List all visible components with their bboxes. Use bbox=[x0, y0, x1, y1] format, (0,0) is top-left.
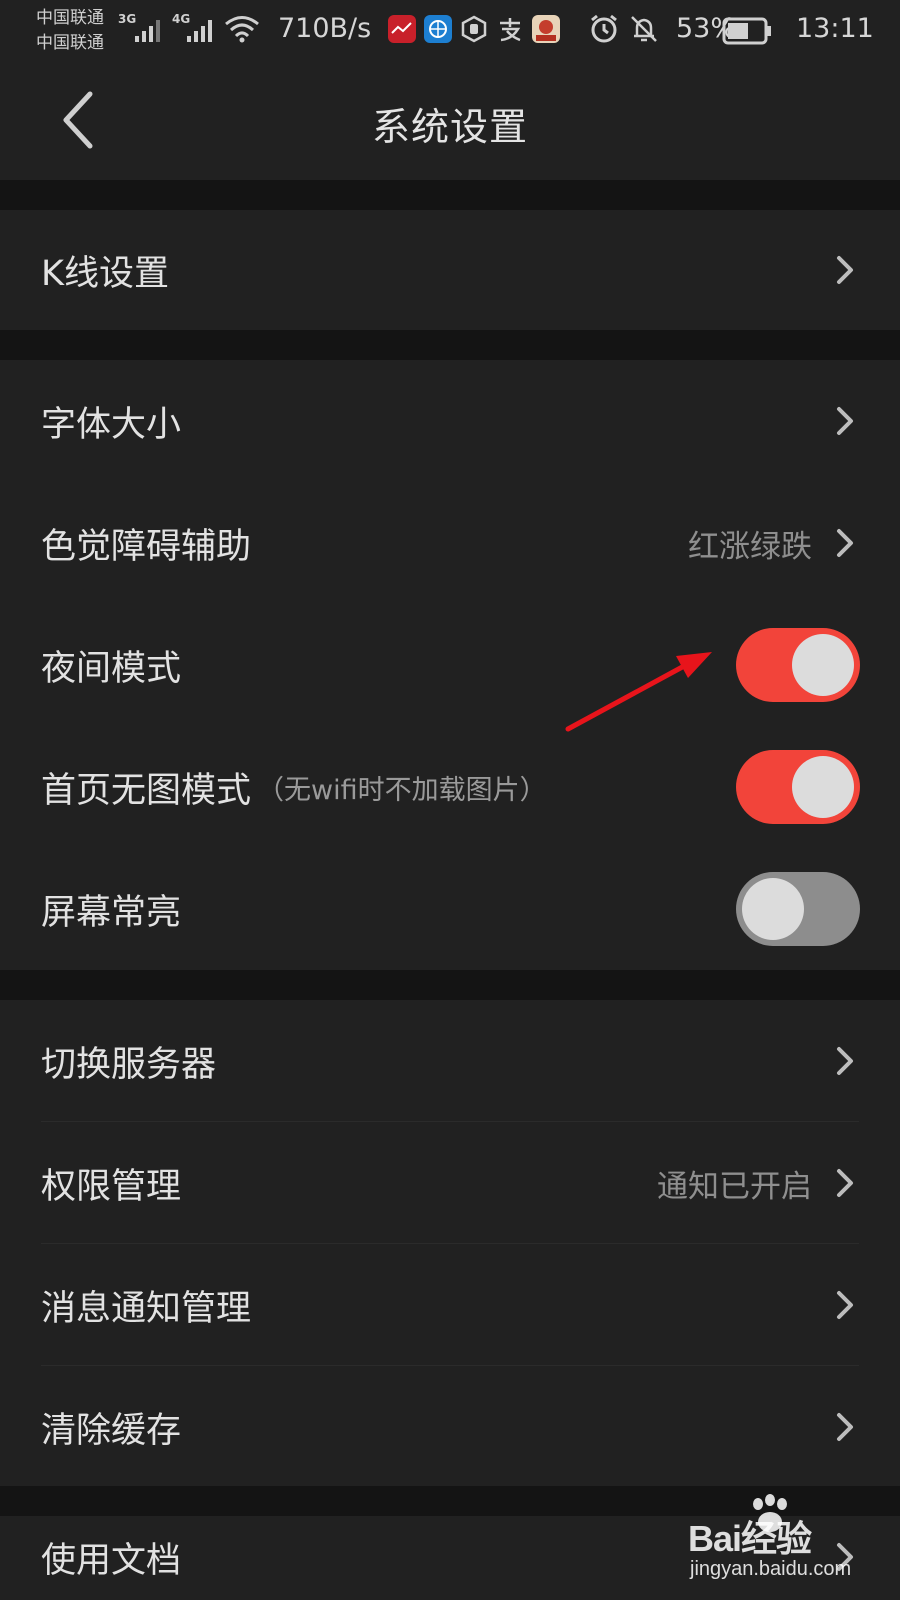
clear-cache-label: 清除缓存 bbox=[41, 1410, 182, 1451]
switch-server-row[interactable]: 切换服务器 bbox=[0, 1000, 900, 1122]
chevron-right-icon bbox=[837, 1413, 853, 1441]
toggle-knob bbox=[742, 878, 804, 940]
carrier-info: 中国联通 中国联通 bbox=[36, 6, 104, 56]
permissions-value: 通知已开启 bbox=[657, 1168, 812, 1205]
hand-app-icon bbox=[460, 15, 488, 43]
notification-management-row[interactable]: 消息通知管理 bbox=[0, 1244, 900, 1366]
chevron-right-icon bbox=[837, 1047, 853, 1075]
status-bar: 中国联通 中国联通 3G 4G 710B/s 53% 13:11 bbox=[0, 0, 900, 62]
chevron-right-icon bbox=[837, 529, 853, 557]
clock: 13:11 bbox=[796, 13, 874, 44]
screen-on-label: 屏幕常亮 bbox=[41, 892, 182, 933]
wifi-icon bbox=[225, 16, 259, 43]
signal-icon bbox=[187, 20, 212, 42]
battery-icon bbox=[722, 17, 771, 45]
signal-icon bbox=[135, 20, 160, 42]
color-assist-label: 色觉障碍辅助 bbox=[41, 526, 252, 567]
docs-row[interactable]: 使用文档 bbox=[0, 1516, 900, 1600]
color-assist-value: 红涨绿跌 bbox=[688, 528, 812, 565]
settings-group-display: 字体大小 色觉障碍辅助 红涨绿跌 夜间模式 首页无图模式 （无wifi时不加载图片… bbox=[0, 360, 900, 970]
toggle-knob bbox=[792, 756, 854, 818]
system-settings-screen: 中国联通 中国联通 3G 4G 710B/s 53% 13:11 系统设置 K线… bbox=[0, 0, 900, 1600]
stock-app-icon bbox=[388, 15, 416, 43]
no-image-mode-toggle[interactable] bbox=[736, 750, 860, 824]
screen-on-row: 屏幕常亮 bbox=[0, 848, 900, 970]
toggle-knob bbox=[792, 634, 854, 696]
screen-on-toggle[interactable] bbox=[736, 872, 860, 946]
mute-icon bbox=[631, 16, 657, 42]
globe-app-icon bbox=[424, 15, 452, 43]
no-image-mode-hint: （无wifi时不加载图片） bbox=[257, 774, 547, 806]
page-title: 系统设置 bbox=[371, 105, 528, 149]
carrier-2: 中国联通 bbox=[36, 33, 104, 53]
carrier-1: 中国联通 bbox=[36, 8, 104, 28]
permissions-label: 权限管理 bbox=[41, 1166, 182, 1207]
alarm-icon bbox=[591, 14, 617, 43]
font-size-label: 字体大小 bbox=[41, 404, 182, 445]
kline-settings-label: K线设置 bbox=[41, 253, 169, 294]
font-size-row[interactable]: 字体大小 bbox=[0, 360, 900, 482]
nav-bar: 系统设置 bbox=[0, 62, 900, 180]
color-assist-row[interactable]: 色觉障碍辅助 红涨绿跌 bbox=[0, 482, 900, 604]
permissions-row[interactable]: 权限管理 通知已开启 bbox=[0, 1122, 900, 1244]
settings-group-help: 使用文档 bbox=[0, 1516, 900, 1600]
alipay-icon bbox=[496, 15, 524, 43]
no-image-mode-row: 首页无图模式 （无wifi时不加载图片） bbox=[0, 726, 900, 848]
app-notification-icon bbox=[532, 15, 560, 43]
network-speed: 710B/s bbox=[278, 13, 372, 44]
docs-label: 使用文档 bbox=[41, 1540, 182, 1581]
notification-management-label: 消息通知管理 bbox=[41, 1288, 252, 1329]
chevron-right-icon bbox=[837, 256, 853, 284]
settings-group-chart: K线设置 bbox=[0, 210, 900, 330]
chevron-right-icon bbox=[837, 1169, 853, 1197]
settings-group-system: 切换服务器 权限管理 通知已开启 消息通知管理 清除缓存 bbox=[0, 1000, 900, 1486]
clear-cache-row[interactable]: 清除缓存 bbox=[0, 1366, 900, 1488]
kline-settings-row[interactable]: K线设置 bbox=[0, 210, 900, 330]
night-mode-toggle[interactable] bbox=[736, 628, 860, 702]
chevron-right-icon bbox=[837, 1543, 853, 1571]
chevron-right-icon bbox=[837, 1291, 853, 1319]
night-mode-label: 夜间模式 bbox=[41, 648, 182, 689]
switch-server-label: 切换服务器 bbox=[41, 1044, 217, 1085]
no-image-mode-title: 首页无图模式 bbox=[41, 770, 252, 811]
no-image-mode-label: 首页无图模式 （无wifi时不加载图片） bbox=[41, 726, 547, 848]
chevron-right-icon bbox=[837, 407, 853, 435]
night-mode-row: 夜间模式 bbox=[0, 604, 900, 726]
